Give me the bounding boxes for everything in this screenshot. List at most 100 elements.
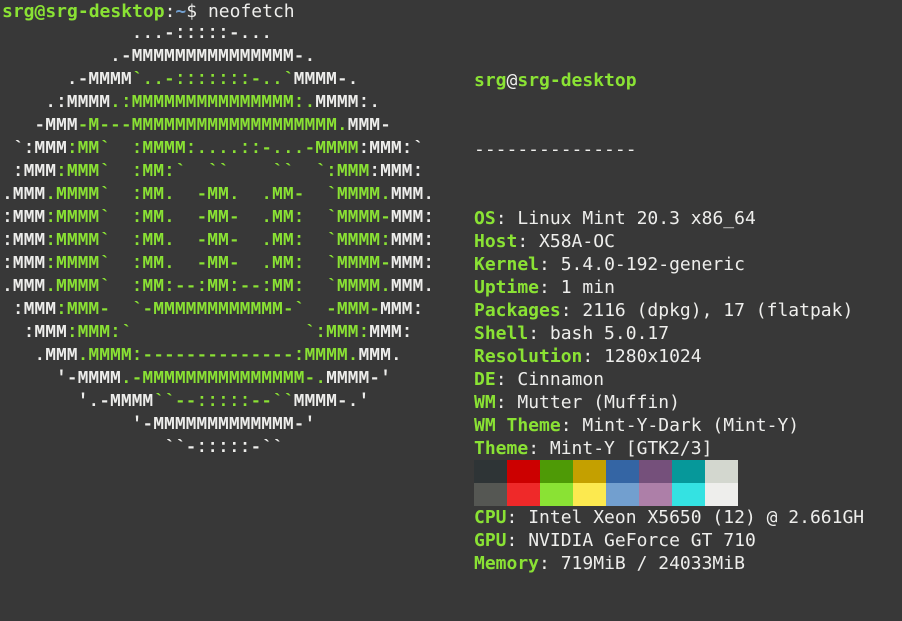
color-swatch (474, 483, 507, 506)
logo-segment: .-MMMMMMMMMMMMMMM-. (2, 47, 316, 67)
info-key: Uptime (474, 277, 540, 298)
info-title-host: srg-desktop (517, 70, 637, 91)
logo-segment: MMM: (390, 254, 435, 274)
logo-segment: MMMM-. (293, 70, 359, 90)
logo-segment: .-MMMM (2, 70, 132, 90)
info-colon: : (539, 277, 561, 298)
info-row: Kernel: 5.4.0-192-generic (474, 253, 864, 276)
logo-line: `:MMM:MM` :MMMM:....::-...-MMMM:MMM:` (2, 138, 434, 161)
info-value: Mutter (Muffin) (517, 392, 680, 413)
logo-segment: :MM` :MMMM:....::-...-MMMM (66, 139, 359, 159)
info-value: 1 min (560, 277, 615, 298)
info-key: Packages (474, 300, 561, 321)
logo-segment: ...-:::::-... (2, 24, 273, 44)
logo-line: :MMM:MMMM` :MM. -MM- .MM: `MMMM-MMM: (2, 253, 434, 276)
info-row: Uptime: 1 min (474, 276, 864, 299)
info-key: Host (474, 231, 518, 252)
info-row: CPU: Intel Xeon X5650 (12) @ 2.661GH (474, 506, 864, 529)
color-palette (474, 460, 738, 506)
color-swatch (573, 483, 606, 506)
info-key: WM (474, 392, 496, 413)
logo-segment: MMMM-.' (293, 392, 370, 412)
info-colon: : (582, 346, 605, 367)
logo-segment: :MMM (2, 323, 67, 343)
color-swatch (639, 483, 672, 506)
logo-line: .MMM.MMMM:--------------:MMMM.MMM. (2, 345, 434, 368)
info-key: Resolution (474, 346, 583, 367)
logo-line: ...-:::::-... (2, 23, 434, 46)
logo-segment: :MMM (2, 231, 46, 251)
logo-segment: ``--:::::--`` (153, 392, 294, 412)
logo-line: .MMM.MMMM` :MM:--:MM:--:MM: `MMMM.MMM. (2, 276, 434, 299)
logo-segment: '-MMMMMMMMMMMMM-' (2, 415, 316, 435)
info-row: WM Theme: Mint-Y-Dark (Mint-Y) (474, 414, 864, 437)
info-title: srg@srg-desktop (474, 69, 864, 92)
shell-prompt: srg@srg-desktop:~$ neofetch (2, 0, 295, 23)
logo-line: :MMM:MMM- `-MMMMMMMMMMMM-` -MMM-MMM: (2, 299, 434, 322)
info-key: Theme (474, 438, 529, 459)
info-row: Shell: bash 5.0.17 (474, 322, 864, 345)
logo-segment: MMM. (390, 185, 435, 205)
logo-segment: -M---MMMMMMMMMMMMMMMMMMM. (77, 116, 348, 136)
color-swatch (639, 460, 672, 483)
info-row: Host: X58A-OC (474, 230, 864, 253)
logo-segment: :MMM` :MM:` `` `` `:MMM (56, 162, 370, 182)
prompt-user-host: srg@srg-desktop (2, 1, 165, 22)
palette-bright-row (474, 483, 738, 506)
color-swatch (705, 460, 738, 483)
info-row: GPU: NVIDIA GeForce GT 710 (474, 529, 864, 552)
info-value: 5.4.0-192-generic (560, 254, 745, 275)
logo-segment: MMMM-' (326, 369, 391, 389)
prompt-command: neofetch (207, 1, 295, 22)
logo-segment: :MMMM` :MM. -MM- .MM: `MMMM- (45, 254, 391, 274)
logo-line: -MMM-M---MMMMMMMMMMMMMMMMMMM.MMM- (2, 115, 434, 138)
info-colon: : (517, 231, 540, 252)
logo-segment: MMM: (390, 208, 435, 228)
logo-segment: .MMMM:--------------:MMMM. (77, 346, 359, 366)
info-colon: : (528, 438, 550, 459)
logo-segment: .:MMMM (2, 93, 111, 113)
info-key: Shell (474, 323, 529, 344)
logo-segment: MMMM:. (315, 93, 381, 113)
logo-line: ``-:::::-`` (2, 437, 434, 460)
color-swatch (573, 460, 606, 483)
info-row: Memory: 719MiB / 24033MiB (474, 552, 864, 575)
info-value: X58A-OC (539, 231, 615, 252)
logo-segment: :MMM:` (358, 139, 424, 159)
logo-segment: :MMM (2, 300, 57, 320)
logo-line: '-MMMM.-MMMMMMMMMMMMMMM-.MMMM-' (2, 368, 434, 391)
info-value: 2116 (dpkg), 17 (flatpak) (582, 300, 854, 321)
logo-line: .-MMMMMMMMMMMMMMM-. (2, 46, 434, 69)
prompt-path: ~ (175, 1, 187, 22)
info-value: Cinnamon (517, 369, 605, 390)
logo-segment: .MMM (2, 277, 46, 297)
info-colon: : (495, 392, 518, 413)
logo-line: '-MMMMMMMMMMMMM-' (2, 414, 434, 437)
info-colon: : (495, 208, 518, 229)
logo-segment: :MMM (2, 162, 57, 182)
logo-segment: :MMM:` `:MMM: (66, 323, 370, 343)
info-colon: : (528, 323, 550, 344)
color-swatch (672, 483, 705, 506)
logo-line: .MMM.MMMM` :MM. -MM. .MM- `MMMM.MMM. (2, 184, 434, 207)
info-row: OS: Linux Mint 20.3 x86_64 (474, 207, 864, 230)
info-value: Linux Mint 20.3 x86_64 (517, 208, 756, 229)
info-row: Resolution: 1280x1024 (474, 345, 864, 368)
info-value: bash 5.0.17 (549, 323, 670, 344)
logo-segment: `:MMM (2, 139, 67, 159)
logo-segment: '-MMMM (2, 369, 121, 389)
color-swatch (606, 483, 639, 506)
info-value: NVIDIA GeForce GT 710 (528, 530, 756, 551)
terminal-window[interactable]: srg@srg-desktop:~$ neofetch ...-:::::-..… (0, 0, 902, 574)
info-colon: : (560, 415, 583, 436)
logo-segment: :MMMM` :MM. -MM- .MM: `MMMM- (45, 208, 391, 228)
info-colon: : (506, 530, 529, 551)
info-colon: : (539, 553, 561, 574)
linux-mint-ascii-logo: ...-:::::-... .-MMMMMMMMMMMMMMM-. .-MMMM… (2, 23, 434, 460)
info-title-user: srg (474, 70, 507, 91)
color-swatch (540, 460, 573, 483)
logo-segment: .MMM (2, 346, 78, 366)
info-key: CPU (474, 507, 507, 528)
color-swatch (540, 483, 573, 506)
logo-segment: :MMM: (369, 162, 424, 182)
